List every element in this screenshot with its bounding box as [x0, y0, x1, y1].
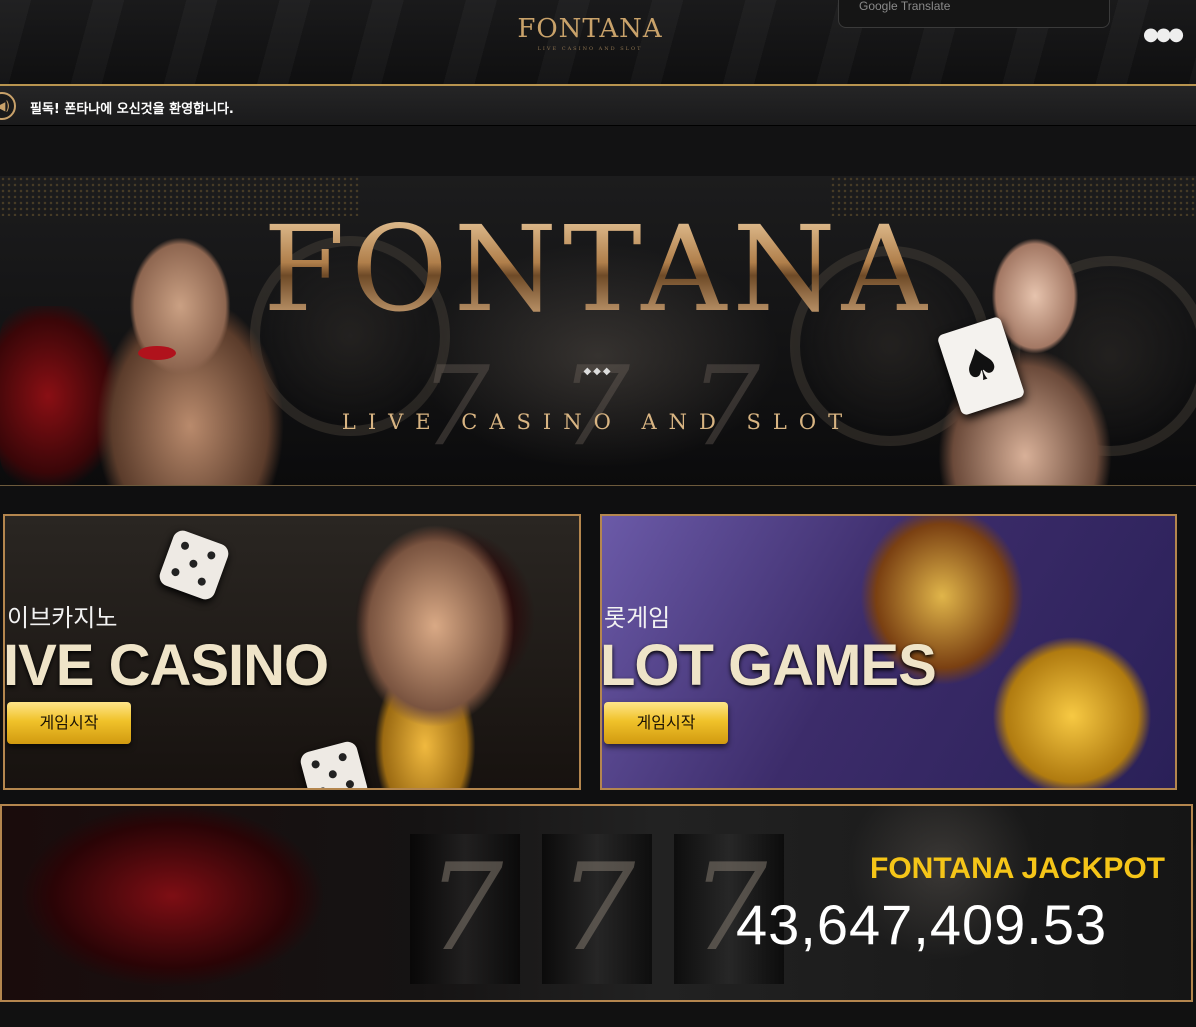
card-title-english: LOT GAMES — [600, 633, 937, 698]
google-translate-widget[interactable]: Google Translate — [838, 0, 1110, 28]
card-title-english: IVE CASINO — [3, 633, 329, 698]
game-section: 이브카지노 IVE CASINO 게임시작 롯게임 LOT GAMES 게임시작 — [0, 486, 1196, 804]
spacer — [0, 126, 1196, 176]
reel-seven-image: 7 — [410, 834, 520, 984]
notice-bar: ◀) 필독! 폰타나에 오신것을 환영합니다. — [0, 84, 1196, 126]
hero-subtitle: LIVE CASINO AND SLOT — [341, 410, 855, 434]
reel-seven-image: 7 — [690, 342, 760, 470]
hero-banner: 7 7 7 ♠ FONTANA ◆◆◆ LIVE CASINO AND SLOT — [0, 176, 1196, 486]
page: FONTANA LIVE CASINO AND SLOT Google Tran… — [0, 0, 1196, 1027]
dice-image — [298, 739, 370, 788]
site-logo[interactable]: FONTANA LIVE CASINO AND SLOT — [480, 14, 700, 52]
logo-subtitle: LIVE CASINO AND SLOT — [537, 46, 643, 52]
reel-seven-image: 7 — [542, 834, 652, 984]
start-game-button[interactable]: 게임시작 — [604, 702, 728, 744]
start-game-button[interactable]: 게임시작 — [7, 702, 131, 744]
speaker-icon: ◀) — [0, 92, 16, 120]
footer-strip — [0, 1002, 1196, 1027]
reel-seven-image: 7 — [420, 342, 490, 470]
reel-seven-image: 7 — [560, 342, 630, 470]
translate-label: Google Translate — [859, 0, 951, 13]
live-casino-card[interactable]: 이브카지노 IVE CASINO 게임시작 — [3, 514, 581, 790]
hero-ornament: ◆◆◆ — [583, 366, 613, 377]
card-title-korean: 이브카지노 — [7, 604, 118, 632]
jackpot-title: FONTANA JACKPOT — [870, 852, 1165, 885]
jackpot-value: 43,647,409.53 — [736, 893, 1108, 956]
ellipsis-icon[interactable]: ●●● — [1143, 24, 1184, 45]
notice-text: 필독! 폰타나에 오신것을 환영합니다. — [30, 102, 234, 117]
slot-games-card[interactable]: 롯게임 LOT GAMES 게임시작 — [600, 514, 1177, 790]
logo-text: FONTANA — [517, 14, 663, 44]
jackpot-banner: 7 7 7 FONTANA JACKPOT 43,647,409.53 — [0, 804, 1193, 1002]
hero-title: FONTANA — [0, 204, 1196, 334]
dice-image — [156, 527, 232, 603]
lips-shape — [138, 346, 176, 360]
site-header: FONTANA LIVE CASINO AND SLOT Google Tran… — [0, 0, 1196, 84]
card-title-korean: 롯게임 — [604, 604, 671, 632]
